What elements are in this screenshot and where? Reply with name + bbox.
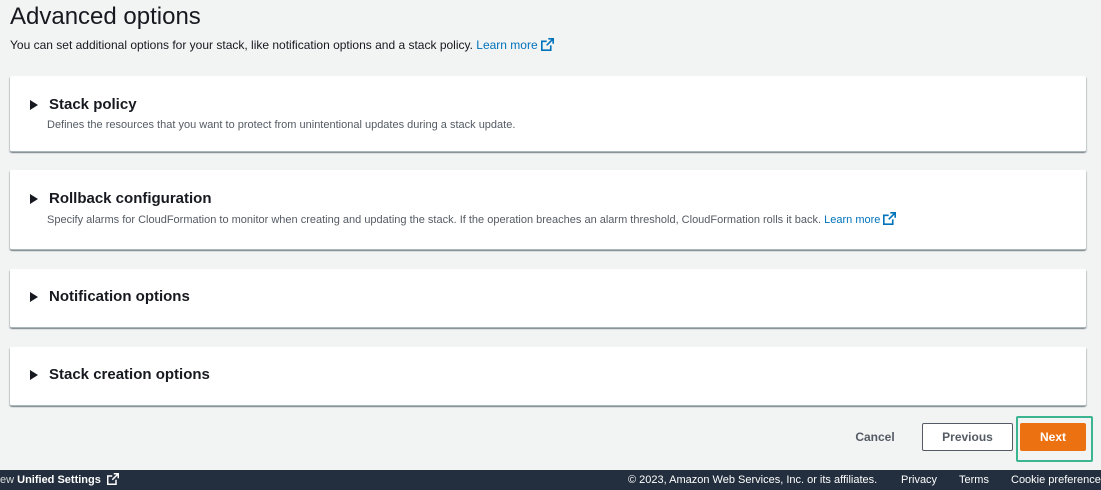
next-button[interactable]: Next bbox=[1020, 423, 1086, 451]
footer-unified-settings[interactable]: ew Unified Settings bbox=[0, 470, 119, 490]
rollback-configuration-toggle[interactable]: Rollback configuration bbox=[10, 170, 1086, 207]
section-header: Advanced options You can set additional … bbox=[10, 2, 554, 56]
previous-button[interactable]: Previous bbox=[922, 423, 1013, 451]
unified-settings-link[interactable]: Unified Settings bbox=[17, 474, 101, 486]
rollback-description-text: Specify alarms for CloudFormation to mon… bbox=[47, 214, 822, 226]
privacy-link[interactable]: Privacy bbox=[901, 470, 937, 490]
rollback-learn-more-label: Learn more bbox=[824, 214, 881, 226]
caret-right-icon bbox=[28, 369, 40, 381]
page: Advanced options You can set additional … bbox=[0, 0, 1101, 490]
stack-policy-toggle[interactable]: Stack policy bbox=[10, 76, 1086, 113]
stack-policy-panel: Stack policy Defines the resources that … bbox=[10, 76, 1086, 152]
stack-creation-options-toggle[interactable]: Stack creation options bbox=[10, 347, 1086, 383]
footer-prefix: ew bbox=[0, 474, 15, 486]
cookie-preferences-link[interactable]: Cookie preferences bbox=[1011, 470, 1101, 490]
footer: ew Unified Settings © 2023, Amazon Web S… bbox=[0, 470, 1101, 490]
external-link-icon bbox=[106, 472, 119, 490]
learn-more-link[interactable]: Learn more bbox=[476, 38, 554, 52]
external-link-icon bbox=[883, 212, 897, 229]
stack-policy-title: Stack policy bbox=[49, 96, 137, 113]
caret-right-icon bbox=[28, 291, 40, 303]
stack-creation-options-panel: Stack creation options bbox=[10, 347, 1086, 406]
notification-options-title: Notification options bbox=[49, 288, 190, 305]
external-link-icon bbox=[540, 38, 554, 56]
notification-options-panel: Notification options bbox=[10, 269, 1086, 328]
learn-more-label: Learn more bbox=[476, 38, 538, 52]
wizard-actions: Cancel Previous bbox=[0, 423, 1101, 451]
stack-creation-options-title: Stack creation options bbox=[49, 366, 210, 383]
terms-link[interactable]: Terms bbox=[959, 470, 989, 490]
caret-right-icon bbox=[28, 193, 40, 205]
cancel-button[interactable]: Cancel bbox=[845, 423, 905, 451]
rollback-learn-more-link[interactable]: Learn more bbox=[824, 212, 897, 229]
page-description: You can set additional options for your … bbox=[10, 36, 554, 56]
notification-options-toggle[interactable]: Notification options bbox=[10, 269, 1086, 305]
rollback-configuration-description: Specify alarms for CloudFormation to mon… bbox=[10, 212, 1086, 229]
page-title: Advanced options bbox=[10, 3, 201, 30]
rollback-configuration-title: Rollback configuration bbox=[49, 190, 212, 207]
caret-right-icon bbox=[28, 99, 40, 111]
copyright-text: © 2023, Amazon Web Services, Inc. or its… bbox=[628, 474, 878, 486]
rollback-configuration-panel: Rollback configuration Specify alarms fo… bbox=[10, 170, 1086, 250]
description-text: You can set additional options for your … bbox=[10, 38, 473, 52]
stack-policy-description: Defines the resources that you want to p… bbox=[47, 119, 516, 131]
